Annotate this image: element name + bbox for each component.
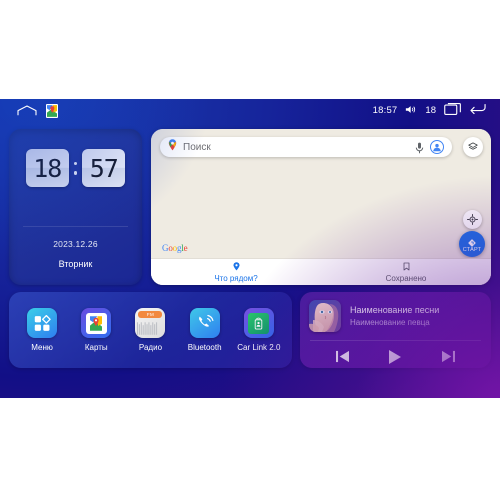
music-player-widget[interactable]: Наименование песни Наименование певца (300, 292, 491, 368)
map-pin-icon (232, 261, 240, 273)
clock-widget[interactable]: 18 57 2023.12.26 Вторник (9, 129, 142, 285)
radio-band-label: FM (146, 312, 155, 317)
google-attribution: Google (162, 243, 188, 253)
status-bar: 18:57 18 (0, 99, 500, 122)
app-menu[interactable]: Меню (17, 308, 67, 352)
recent-apps-icon[interactable] (444, 103, 461, 118)
previous-track-icon[interactable] (335, 350, 350, 363)
music-metadata: Наименование песни Наименование певца (350, 305, 439, 327)
clock-hours: 18 (25, 149, 69, 187)
album-art (309, 300, 341, 332)
music-now-playing: Наименование песни Наименование певца (309, 300, 482, 332)
map-search-input[interactable]: Поиск (183, 142, 409, 153)
map-search-bar[interactable]: Поиск (160, 137, 452, 157)
map-tab-saved[interactable]: Сохранено (321, 262, 491, 283)
clock-divider (23, 226, 128, 227)
music-controls (300, 345, 491, 368)
flip-clock: 18 57 (9, 149, 142, 187)
radio-icon: FM (135, 308, 166, 338)
app-car-link-label: Car Link 2.0 (237, 343, 281, 352)
app-bluetooth-label: Bluetooth (187, 343, 222, 352)
app-grid-icon (27, 308, 58, 338)
map-layers-button[interactable] (463, 137, 483, 157)
status-bar-left (0, 103, 58, 118)
account-avatar-icon[interactable] (430, 140, 444, 154)
clock-minutes: 57 (82, 149, 126, 187)
status-bar-right: 18:57 18 (373, 103, 500, 118)
apps-dock: Меню Карты FM Радио Bluetooth Car Link 2… (9, 292, 292, 368)
app-maps[interactable]: Карты (71, 308, 121, 352)
volume-icon[interactable] (405, 104, 417, 118)
play-icon[interactable] (388, 349, 402, 365)
microphone-icon[interactable] (415, 141, 424, 154)
home-icon[interactable] (17, 105, 37, 116)
google-maps-icon (81, 308, 112, 338)
clock-date: 2023.12.26 (53, 239, 98, 249)
app-car-link[interactable]: Car Link 2.0 (234, 308, 284, 352)
google-maps-icon[interactable] (46, 103, 58, 118)
clock-weekday: Вторник (58, 259, 93, 269)
music-divider (310, 340, 481, 341)
map-tab-nearby-label: Что рядом? (214, 273, 258, 283)
compass-icon[interactable] (463, 210, 482, 229)
status-time: 18:57 (372, 105, 398, 116)
app-menu-label: Меню (31, 343, 53, 352)
bluetooth-phone-icon (189, 308, 220, 338)
car-head-unit-screen: 18:57 18 18 57 2023.12.26 Вторник Поиск … (0, 99, 500, 398)
map-tab-nearby[interactable]: Что рядом? (151, 261, 321, 283)
back-arrow-icon[interactable] (469, 103, 486, 118)
clock-colon (73, 161, 79, 175)
next-track-icon[interactable] (441, 350, 456, 363)
music-artist: Наименование певца (350, 318, 430, 327)
car-link-icon (243, 308, 274, 338)
map-tab-saved-label: Сохранено (385, 273, 427, 283)
map-pin-icon (168, 138, 177, 156)
start-navigation-label: СТАРТ (462, 246, 482, 253)
start-navigation-button[interactable]: СТАРТ (459, 231, 485, 257)
bookmark-icon (403, 262, 410, 273)
volume-level: 18 (425, 105, 436, 116)
app-radio[interactable]: FM Радио (125, 308, 175, 352)
app-radio-label: Радио (138, 343, 163, 352)
app-maps-label: Карты (84, 343, 108, 352)
map-bottom-tabs: Что рядом? Сохранено (151, 258, 491, 285)
app-bluetooth[interactable]: Bluetooth (180, 308, 230, 352)
music-title: Наименование песни (350, 305, 440, 315)
maps-widget[interactable]: Поиск Google СТАРТ Что рядом? Сохранено (151, 129, 491, 285)
